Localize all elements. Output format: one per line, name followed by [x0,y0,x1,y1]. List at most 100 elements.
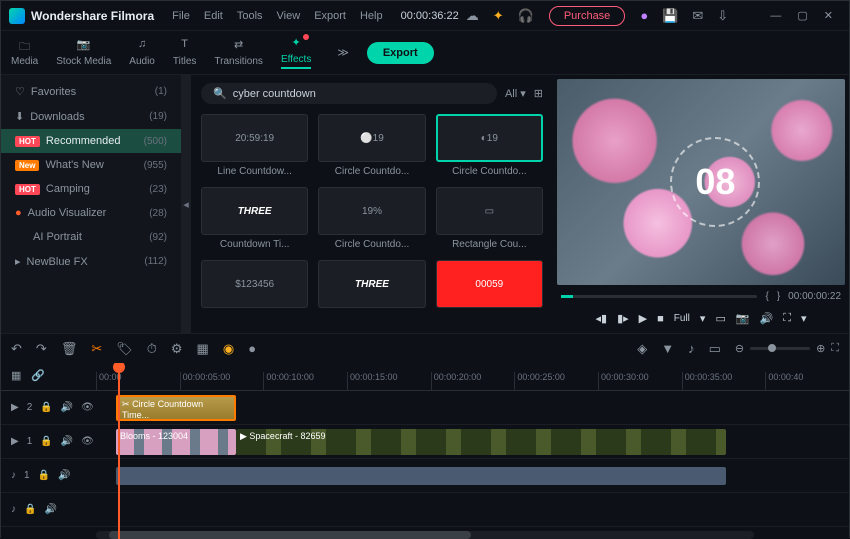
menu-view[interactable]: View [277,10,301,22]
effect-card[interactable]: ◐19Circle Countdo... [436,114,543,177]
tab-stock-media[interactable]: 📷Stock Media [56,38,111,67]
effect-card[interactable]: 20:59:19Line Countdow... [201,114,308,177]
lock-icon[interactable]: 🔒 [24,504,36,515]
tab-titles[interactable]: TTitles [173,38,197,67]
tab-transitions[interactable]: ⇄Transitions [214,38,263,67]
zoom-out-button[interactable]: ⊖ [735,342,744,355]
effect-card[interactable]: ▭Rectangle Cou... [436,187,543,250]
mail-icon[interactable]: ✉ [692,8,703,24]
audio-mixer-icon[interactable]: ♪ [688,341,695,356]
effect-card[interactable]: 00059 [436,260,543,308]
mute-icon[interactable]: 🔊 [44,504,56,515]
sidebar-item-favorites[interactable]: ♡Favorites(1) [1,79,181,104]
tab-effects[interactable]: ✦Effects [281,36,311,69]
tick: 00:00:05:00 [180,372,264,390]
filter-dropdown[interactable]: All ▾ [505,87,526,100]
menu-file[interactable]: File [172,10,190,22]
record-icon[interactable]: ● [248,341,256,356]
effect-thumb: 00059 [436,260,543,308]
tick: 00:00:15:00 [347,372,431,390]
sidebar-item-recommended[interactable]: HOTRecommended(500) [1,129,181,153]
mute-icon[interactable]: 🔊 [58,470,70,481]
stop-button[interactable]: ■ [657,313,664,325]
play-button[interactable]: ▶ [639,312,647,325]
video-clip[interactable]: Blooms - 123004 [116,429,236,455]
redo-button[interactable]: ↷ [36,341,47,357]
volume-icon[interactable]: 🔊 [760,312,774,325]
audio-clip[interactable] [116,467,726,485]
undo-button[interactable]: ↶ [11,341,22,357]
search-input[interactable] [233,88,485,100]
effect-card[interactable]: THREE [318,260,425,308]
minimize-button[interactable]: — [770,10,781,22]
save-icon[interactable]: 💾 [662,8,678,24]
bracket-left-icon[interactable]: { [765,291,768,302]
effect-card[interactable]: $123456 [201,260,308,308]
crop-icon[interactable]: ▦ [197,341,209,357]
fullscreen-icon[interactable]: ⛶ [783,312,791,325]
maximize-button[interactable]: ▢ [797,9,807,22]
quality-dropdown[interactable]: Full [674,313,690,324]
more-icon[interactable]: ▾ [801,312,807,325]
more-tabs-button[interactable]: ≫ [337,46,349,59]
split-button[interactable]: ✂ [91,341,102,357]
cloud-icon[interactable]: ☁ [466,8,479,24]
grid-view-icon[interactable]: ⊞ [534,87,543,100]
headphones-icon[interactable]: 🎧 [518,8,534,24]
export-button[interactable]: Export [367,42,434,64]
mute-icon[interactable]: 🔊 [61,436,73,447]
link-icon[interactable]: 🔗 [31,369,45,382]
menu-edit[interactable]: Edit [204,10,223,22]
bracket-right-icon[interactable]: } [777,291,780,302]
marker-tool-icon[interactable]: ▼ [661,341,674,356]
sidebar-item-downloads[interactable]: ⬇Downloads(19) [1,104,181,129]
sidebar-item-whats-new[interactable]: NewWhat's New(955) [1,153,181,177]
eye-icon[interactable]: 👁 [81,436,94,447]
delete-button[interactable]: 🗑 [61,341,78,357]
track-add-icon[interactable]: ▦ [11,369,21,382]
collapse-sidebar-button[interactable]: ◂ [181,75,191,333]
render-icon[interactable]: ▭ [709,341,721,357]
sidebar-item-camping[interactable]: HOTCamping(23) [1,177,181,201]
mute-icon[interactable]: 🔊 [61,402,73,413]
close-button[interactable]: ✕ [824,9,833,22]
sidebar-item-newblue-fx[interactable]: ▸NewBlue FX(112) [1,249,181,274]
snapshot-icon[interactable]: 📷 [736,312,750,325]
settings-icon[interactable]: ⚙ [171,341,183,357]
color-icon[interactable]: ◉ [223,341,234,357]
tab-audio[interactable]: ♫Audio [129,38,155,67]
lock-icon[interactable]: 🔒 [38,470,50,481]
timeline-ruler[interactable]: ▦ 🔗 00:00 00:00:05:00 00:00:10:00 00:00:… [1,363,849,391]
effect-card[interactable]: 19%Circle Countdo... [318,187,425,250]
tag-icon[interactable]: 🏷 [116,341,133,357]
speed-icon[interactable]: ⏱ [147,341,157,357]
effect-clip[interactable]: ✂ Circle Countdown Time... [116,395,236,421]
purchase-button[interactable]: Purchase [549,6,625,26]
menu-export[interactable]: Export [314,10,346,22]
sidebar-item-audio-visualizer[interactable]: ●Audio Visualizer(28) [1,201,181,225]
menu-help[interactable]: Help [360,10,383,22]
preview-progress[interactable] [561,295,757,298]
playhead[interactable] [118,363,120,539]
profile-icon[interactable]: ● [640,8,648,23]
eye-icon[interactable]: 👁 [81,402,94,413]
tab-media[interactable]: 🗀Media [11,38,38,67]
menu-tools[interactable]: Tools [237,10,263,22]
prev-frame-button[interactable]: ◂▮ [596,312,608,325]
effect-card[interactable]: ⚪19Circle Countdo... [318,114,425,177]
tab-transitions-label: Transitions [214,56,263,67]
video-clip[interactable]: ▶ Spacecraft - 82659 [236,429,726,455]
zoom-in-button[interactable]: ⊕ [816,342,825,355]
zoom-fit-button[interactable]: ⛶ [831,342,839,355]
sidebar-item-ai-portrait[interactable]: AI Portrait(92) [1,225,181,249]
zoom-slider[interactable] [750,347,810,350]
step-back-button[interactable]: ▮▸ [617,312,629,325]
effect-card[interactable]: THREECountdown Ti... [201,187,308,250]
preview-viewport[interactable]: 08 [557,79,845,285]
mixer-icon[interactable]: ◈ [637,341,647,357]
lightbulb-icon[interactable]: ✦ [493,8,504,24]
download-icon[interactable]: ⇩ [717,8,728,24]
lock-icon[interactable]: 🔒 [40,436,52,447]
display-icon[interactable]: ▭ [715,312,725,325]
lock-icon[interactable]: 🔒 [40,402,52,413]
